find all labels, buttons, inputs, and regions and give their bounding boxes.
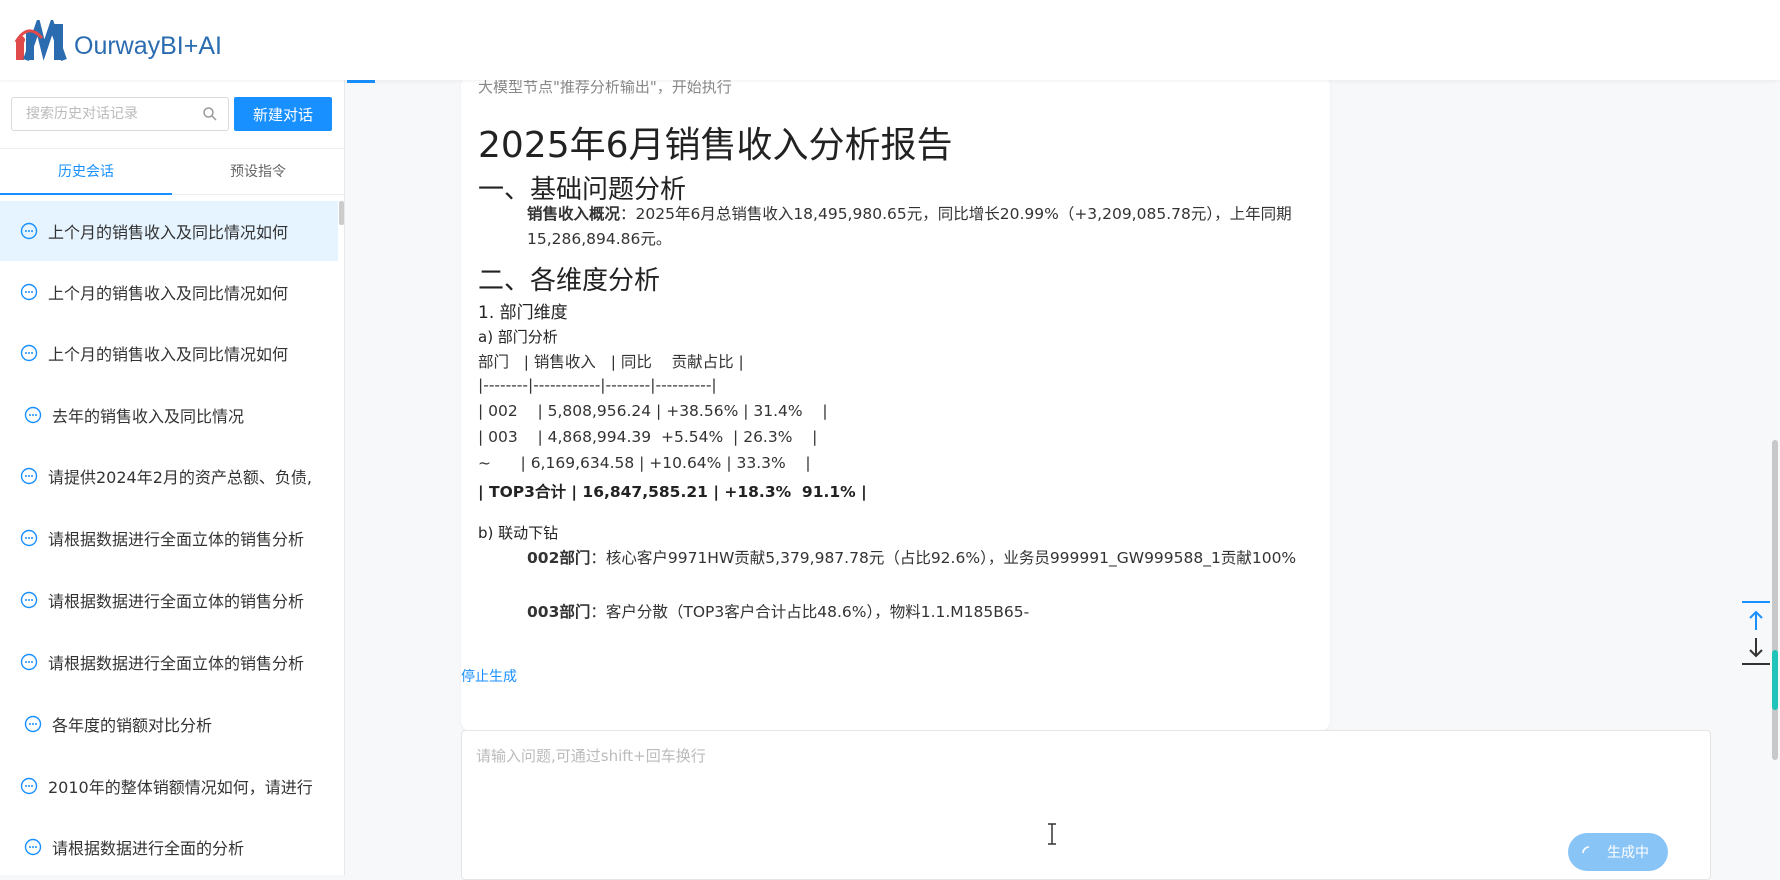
dimension-heading: 1. 部门维度 xyxy=(478,303,568,323)
table-row: | 003 | 4,868,994.39 +5.54% | 26.3% | xyxy=(478,428,818,446)
scroll-jump-controls[interactable] xyxy=(1742,600,1770,668)
sub-heading: a) 部门分析 xyxy=(478,328,558,346)
sidebar-scrollbar[interactable] xyxy=(339,201,344,225)
brand-name: OurwayBI+AI xyxy=(74,32,222,60)
history-item-label: 上个月的销售收入及同比情况如何 xyxy=(48,284,289,303)
stop-generation-link[interactable]: 停止生成 xyxy=(461,666,517,686)
main-scrollbar[interactable] xyxy=(1768,80,1780,875)
history-item[interactable]: 各年度的销额对比分析 xyxy=(0,694,338,754)
chat-bubble-icon xyxy=(20,591,38,609)
drill-003-label: 003部门 xyxy=(527,603,591,621)
history-item[interactable]: 请根据数据进行全面的分析 xyxy=(0,817,338,875)
overview-text: ：2025年6月总销售收入18,495,980.65元，同比增长20.99%（+… xyxy=(527,205,1292,248)
table-row: ~ | 6,169,634.58 | +10.64% | 33.3% | xyxy=(478,454,811,472)
tab-history[interactable]: 历史会话 xyxy=(0,149,172,195)
history-item[interactable]: 2010年的整体销额情况如何，请进行 xyxy=(0,756,338,816)
overview-label: 销售收入概况 xyxy=(527,205,621,223)
drill-002-text: ：核心客户9971HW贡献5,379,987.78元（占比92.6%），业务员9… xyxy=(590,549,1297,567)
chat-bubble-icon xyxy=(24,838,42,856)
scrollbar-thumb[interactable] xyxy=(1772,650,1778,710)
report-message-card: 大模型节点"推荐分析输出"，开始执行 2025年6月销售收入分析报告 一、基础问… xyxy=(461,76,1330,731)
table-row: | 002 | 5,808,956.24 | +38.56% | 31.4% | xyxy=(478,402,828,420)
drill-002-paragraph: 002部门：核心客户9971HW贡献5,379,987.78元（占比92.6%）… xyxy=(527,546,1312,571)
history-item[interactable]: 请根据数据进行全面立体的销售分析 xyxy=(0,570,338,630)
history-item[interactable]: 上个月的销售收入及同比情况如何 xyxy=(0,201,338,261)
history-item[interactable]: 上个月的销售收入及同比情况如何 xyxy=(0,323,338,383)
drill-003-paragraph: 003部门：客户分散（TOP3客户合计占比48.6%），物料1.1.M185B6… xyxy=(527,600,1312,625)
table-row: |--------|------------|--------|--------… xyxy=(478,376,717,394)
history-item-label: 请提供2024年2月的资产总额、负债, xyxy=(48,468,312,487)
history-item-label: 上个月的销售收入及同比情况如何 xyxy=(48,223,289,242)
history-item-label: 请根据数据进行全面立体的销售分析 xyxy=(48,530,305,549)
table-row: 部门 | 销售收入 | 同比 贡献占比 | xyxy=(478,353,744,371)
history-item-label: 上个月的销售收入及同比情况如何 xyxy=(48,345,289,364)
section-heading: 一、基础问题分析 xyxy=(478,175,687,205)
ourway-logo-icon xyxy=(14,20,67,61)
app-header: OurwayBI+AI xyxy=(0,0,1780,80)
chat-bubble-icon xyxy=(20,467,38,485)
sidebar: 新建对话 历史会话 预设指令 上个月的销售收入及同比情况如何 上个月的销售收入及… xyxy=(0,80,345,875)
chat-bubble-icon xyxy=(20,529,38,547)
history-list: 上个月的销售收入及同比情况如何 上个月的销售收入及同比情况如何 上个月的销售收入… xyxy=(0,201,338,875)
history-item-label: 请根据数据进行全面立体的销售分析 xyxy=(48,654,305,673)
new-chat-button[interactable]: 新建对话 xyxy=(234,97,332,131)
drill-002-label: 002部门 xyxy=(527,549,591,567)
chat-bubble-icon xyxy=(20,222,38,240)
top-accent-line xyxy=(347,80,375,83)
chat-input-area[interactable]: 生成中 xyxy=(461,730,1711,880)
search-icon[interactable] xyxy=(202,106,218,122)
history-search[interactable] xyxy=(11,97,229,131)
chat-bubble-icon xyxy=(24,406,42,424)
chat-main: 大模型节点"推荐分析输出"，开始执行 2025年6月销售收入分析报告 一、基础问… xyxy=(345,76,1780,880)
chat-bubble-icon xyxy=(20,777,38,795)
history-item[interactable]: 去年的销售收入及同比情况 xyxy=(0,385,338,445)
overview-paragraph: 销售收入概况：2025年6月总销售收入18,495,980.65元，同比增长20… xyxy=(527,202,1312,252)
history-item[interactable]: 请根据数据进行全面立体的销售分析 xyxy=(0,508,338,568)
history-item[interactable]: 上个月的销售收入及同比情况如何 xyxy=(0,262,338,322)
section-heading: 二、各维度分析 xyxy=(478,266,661,296)
text-cursor-icon xyxy=(1048,823,1056,845)
chat-bubble-icon xyxy=(20,653,38,671)
history-item-label: 2010年的整体销额情况如何，请进行 xyxy=(48,778,313,797)
history-item[interactable]: 请根据数据进行全面立体的销售分析 xyxy=(0,632,338,692)
sidebar-tabs: 历史会话 预设指令 xyxy=(0,148,345,195)
table-total-row: | TOP3合计 | 16,847,585.21 | +18.3% 91.1% … xyxy=(478,483,867,501)
history-item-label: 各年度的销额对比分析 xyxy=(52,716,213,735)
report-title: 2025年6月销售收入分析报告 xyxy=(478,125,953,166)
chat-bubble-icon xyxy=(20,283,38,301)
tab-preset-commands[interactable]: 预设指令 xyxy=(172,149,344,195)
history-item-label: 去年的销售收入及同比情况 xyxy=(52,407,245,426)
sub-heading: b) 联动下钻 xyxy=(478,524,559,542)
history-item[interactable]: 请提供2024年2月的资产总额、负债, xyxy=(0,446,338,506)
drill-003-text: ：客户分散（TOP3客户合计占比48.6%），物料1.1.M185B65- xyxy=(590,603,1030,621)
question-input[interactable] xyxy=(476,745,1676,805)
chat-bubble-icon xyxy=(24,715,42,733)
history-search-input[interactable] xyxy=(26,106,196,122)
history-item-label: 请根据数据进行全面的分析 xyxy=(52,839,245,858)
loading-spinner-icon xyxy=(1582,846,1590,854)
chat-bubble-icon xyxy=(20,344,38,362)
scrollbar-track[interactable] xyxy=(1772,440,1778,760)
history-item-label: 请根据数据进行全面立体的销售分析 xyxy=(48,592,305,611)
